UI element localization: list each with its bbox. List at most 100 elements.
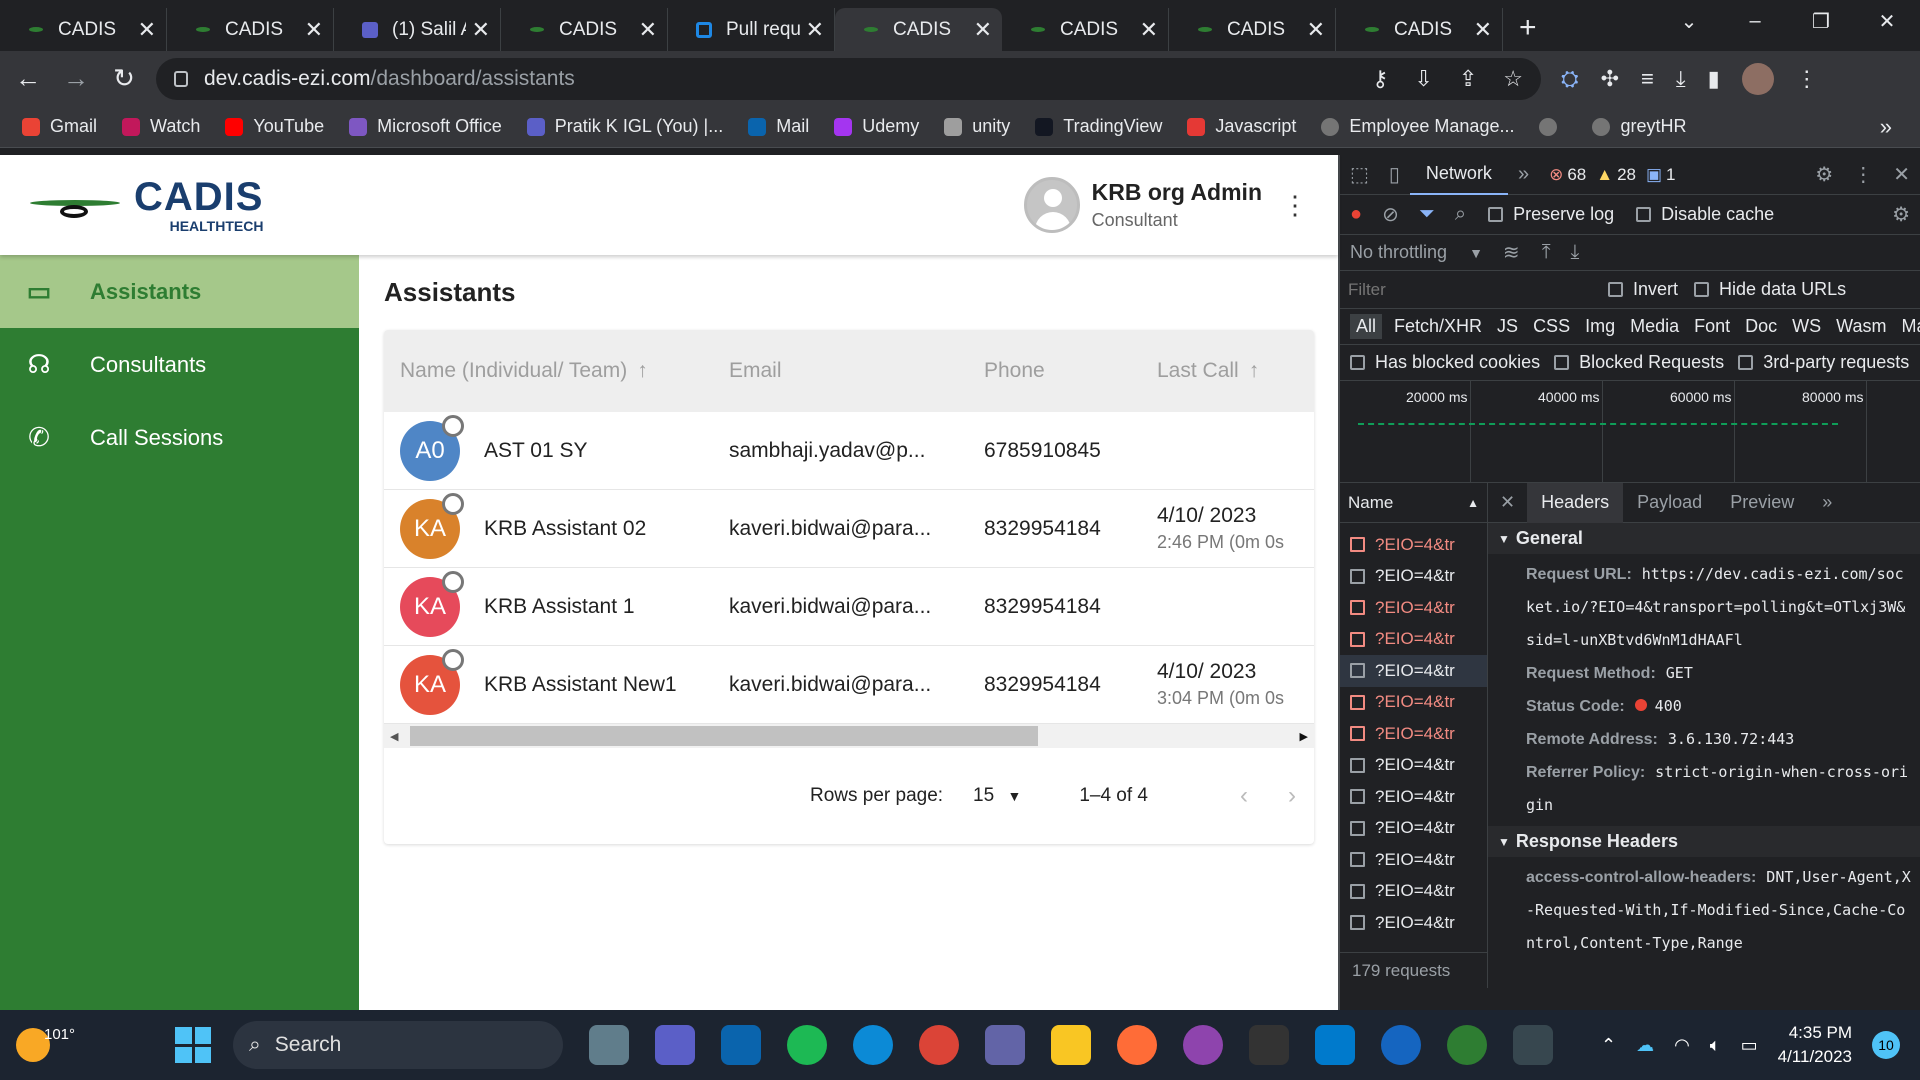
table-row[interactable]: KA KRB Assistant 1 kaveri.bidwai@para... 83… xyxy=(384,568,1314,646)
network-conditions-icon[interactable]: ≋ xyxy=(1503,240,1520,265)
extension-icon[interactable]: ⛭ xyxy=(1561,66,1579,92)
back-button[interactable]: ← xyxy=(8,59,48,99)
table-row[interactable]: KA KRB Assistant New1 kaveri.bidwai@para..… xyxy=(384,646,1314,724)
volume-icon[interactable]: 🔈︎ xyxy=(1710,1035,1721,1056)
request-row[interactable]: ?EIO=4&tr xyxy=(1340,561,1487,593)
key-icon[interactable]: ⚷ xyxy=(1372,66,1388,92)
request-row[interactable]: ?EIO=4&tr xyxy=(1340,592,1487,624)
close-tab-icon[interactable]: ✕ xyxy=(639,17,657,43)
task-view-icon[interactable] xyxy=(589,1025,630,1065)
sidebar-item-assistants[interactable]: ▭ Assistants xyxy=(0,255,359,328)
more-tabs-icon[interactable]: » xyxy=(1518,163,1529,186)
browser-tab[interactable]: CADIS ✕ xyxy=(0,8,167,51)
type-filter-media[interactable]: Media xyxy=(1630,316,1679,337)
col-name-header[interactable]: Name (Individual/ Team) ↑ xyxy=(384,359,729,383)
spotify-icon[interactable] xyxy=(787,1025,828,1065)
type-filter-img[interactable]: Img xyxy=(1585,316,1615,337)
close-tab-icon[interactable]: ✕ xyxy=(472,17,490,43)
close-tab-icon[interactable]: ✕ xyxy=(806,17,824,43)
sort-arrow-up-icon[interactable]: ↑ xyxy=(637,359,648,383)
tab-payload[interactable]: Payload xyxy=(1623,483,1716,523)
profile-avatar[interactable] xyxy=(1741,62,1774,95)
app-icon[interactable] xyxy=(1447,1025,1488,1065)
request-row[interactable]: ?EIO=4&tr xyxy=(1340,529,1487,561)
scrollbar-thumb[interactable] xyxy=(410,726,1038,746)
browser-tab[interactable]: CADIS ✕ xyxy=(835,8,1002,51)
notification-badge[interactable]: 10 xyxy=(1872,1031,1900,1059)
user-menu[interactable]: KRB org Admin Consultant ⋮ xyxy=(1023,177,1308,233)
type-filter-ws[interactable]: WS xyxy=(1792,316,1821,337)
bookmark-item[interactable]: greytHR xyxy=(1592,116,1686,137)
bookmark-item[interactable]: Employee Manage... xyxy=(1321,116,1514,137)
request-row[interactable]: ?EIO=4&tr xyxy=(1340,781,1487,813)
battery-icon[interactable]: ▭ xyxy=(1741,1035,1758,1056)
scroll-left-icon[interactable]: ◀ xyxy=(390,730,398,743)
user-kebab-icon[interactable]: ⋮ xyxy=(1282,190,1308,221)
tab-headers[interactable]: Headers xyxy=(1527,483,1624,523)
network-timeline[interactable]: 20000 ms 40000 ms 60000 ms 80000 ms xyxy=(1340,381,1920,483)
bookmark-item[interactable]: YouTube xyxy=(225,116,324,137)
bookmarks-overflow-icon[interactable]: » xyxy=(1880,114,1892,140)
bookmark-item[interactable]: Mail xyxy=(748,116,809,137)
has-blocked-cookies-checkbox[interactable]: Has blocked cookies xyxy=(1350,352,1540,373)
browser-tab[interactable]: CADIS ✕ xyxy=(1002,8,1169,51)
close-tab-icon[interactable]: ✕ xyxy=(305,17,323,43)
search-icon[interactable]: ⌕ xyxy=(1455,203,1466,226)
type-filter-mani[interactable]: Mani xyxy=(1902,316,1920,337)
clear-icon[interactable]: ⊘ xyxy=(1382,202,1399,227)
taskbar-search[interactable]: ⌕ Search xyxy=(233,1021,564,1069)
browser-tab[interactable]: Pull requ ✕ xyxy=(668,8,835,51)
bookmark-item[interactable]: Pratik K IGL (You) |... xyxy=(526,116,723,137)
app-icon[interactable] xyxy=(1513,1025,1554,1065)
close-devtools-icon[interactable]: ✕ xyxy=(1893,162,1910,187)
request-row[interactable]: ?EIO=4&tr xyxy=(1340,750,1487,782)
close-tab-icon[interactable]: ✕ xyxy=(974,17,992,43)
filter-input[interactable] xyxy=(1348,279,1588,300)
table-row[interactable]: KA KRB Assistant 02 kaveri.bidwai@para... 8… xyxy=(384,490,1314,568)
media-control-icon[interactable]: ≡ xyxy=(1641,66,1654,92)
close-detail-icon[interactable]: ✕ xyxy=(1488,483,1527,523)
downloads-icon[interactable]: ⤓ xyxy=(1676,66,1686,92)
export-har-icon[interactable]: ⤓ xyxy=(1571,241,1580,264)
type-filter-all[interactable]: All xyxy=(1350,314,1383,339)
type-filter-css[interactable]: CSS xyxy=(1533,316,1570,337)
sort-arrow-up-icon[interactable]: ↑ xyxy=(1249,359,1260,382)
table-horizontal-scrollbar[interactable]: ◀ ▶ xyxy=(384,724,1314,748)
browser-tab[interactable]: (1) Salil A ✕ xyxy=(334,8,501,51)
inspect-element-icon[interactable]: ⬚ xyxy=(1350,162,1369,187)
chrome-icon[interactable] xyxy=(919,1025,960,1065)
request-row[interactable]: ?EIO=4&tr xyxy=(1340,718,1487,750)
record-icon[interactable]: ● xyxy=(1350,203,1362,226)
third-party-checkbox[interactable]: 3rd-party requests xyxy=(1738,352,1909,373)
type-filter-js[interactable]: JS xyxy=(1497,316,1518,337)
vscode-icon[interactable] xyxy=(1315,1025,1356,1065)
rows-per-page-select[interactable]: 15 ▼ xyxy=(973,785,1021,807)
extensions-puzzle-icon[interactable]: ✣ xyxy=(1601,66,1619,92)
address-bar[interactable]: dev.cadis-ezi.com/dashboard/assistants ⚷… xyxy=(156,57,1541,100)
close-tab-icon[interactable]: ✕ xyxy=(138,17,156,43)
minimize-button[interactable]: – xyxy=(1722,10,1788,33)
request-row[interactable]: ?EIO=4&tr xyxy=(1340,624,1487,656)
sidebar-item-consultants[interactable]: ☊ Consultants xyxy=(0,328,359,401)
start-button[interactable] xyxy=(175,1027,212,1063)
col-last-call-header[interactable]: Last Call ↑ xyxy=(1157,359,1314,383)
bookmark-item[interactable]: Javascript xyxy=(1187,116,1296,137)
request-row[interactable]: ?EIO=4&tr xyxy=(1340,907,1487,939)
device-toolbar-icon[interactable]: ▯ xyxy=(1389,162,1400,187)
browser-tab[interactable]: CADIS ✕ xyxy=(1336,8,1503,51)
github-desktop-icon[interactable] xyxy=(1183,1025,1224,1065)
devtools-menu-icon[interactable]: ⋮ xyxy=(1853,162,1873,187)
weather-widget[interactable]: 101° xyxy=(16,1026,75,1062)
teams-chat-icon[interactable] xyxy=(655,1025,696,1065)
response-headers-section-header[interactable]: ▼ Response Headers xyxy=(1488,826,1920,857)
request-row[interactable]: ?EIO=4&tr xyxy=(1340,687,1487,719)
type-filter-wasm[interactable]: Wasm xyxy=(1836,316,1886,337)
tray-chevron-icon[interactable]: ⌃ xyxy=(1601,1035,1616,1056)
terminal-icon[interactable] xyxy=(1249,1025,1290,1065)
preserve-log-checkbox[interactable]: Preserve log xyxy=(1488,204,1614,225)
tab-network[interactable]: Network xyxy=(1409,154,1508,195)
throttle-dropdown-icon[interactable]: ▼ xyxy=(1469,245,1483,261)
browser-tab[interactable]: CADIS ✕ xyxy=(1169,8,1336,51)
cadis-logo[interactable]: CADIS HEALTHTECH xyxy=(30,177,263,233)
warning-count-badge[interactable]: ▲ 28 xyxy=(1596,165,1636,185)
